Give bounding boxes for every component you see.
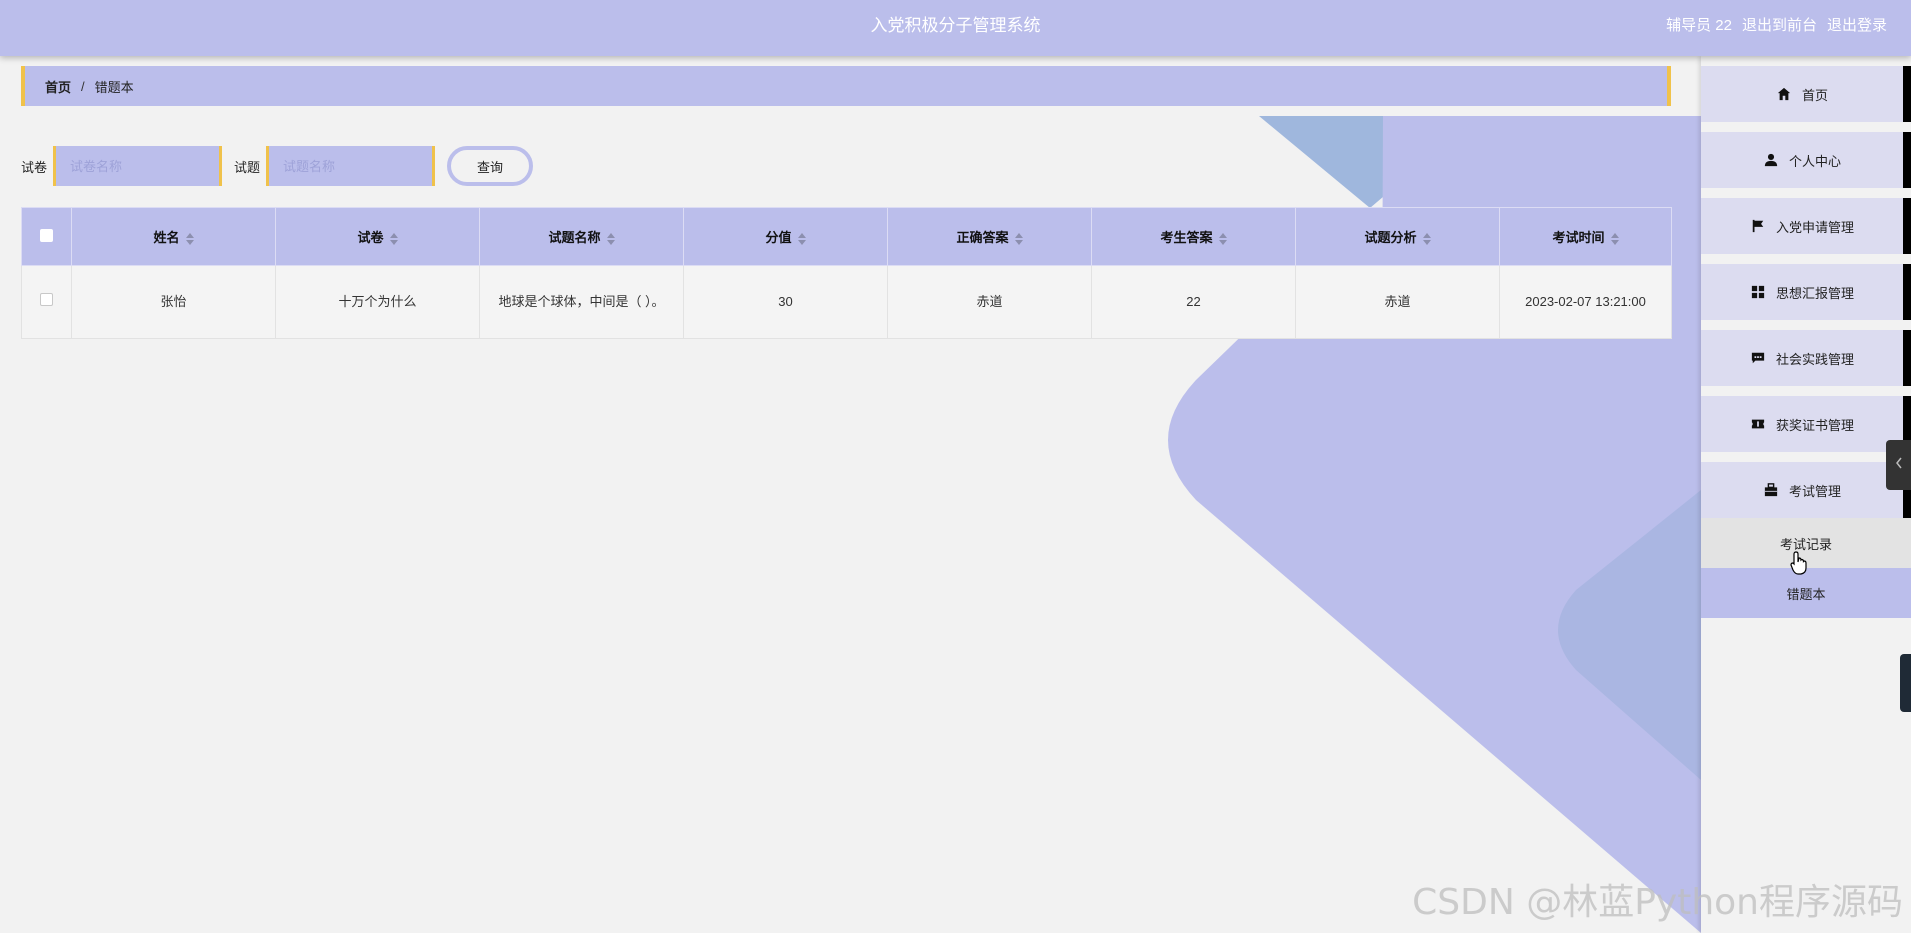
question-name-input[interactable]: [283, 158, 433, 174]
hand-cursor-icon: [1790, 551, 1808, 580]
chevron-left-icon: [1895, 456, 1903, 474]
breadcrumb: 首页 / 错题本: [21, 66, 1671, 106]
sidebar-item-label: 首页: [1801, 87, 1828, 103]
sidebar-item-label: 考试管理: [1788, 483, 1841, 499]
sort-icon: [606, 232, 615, 245]
table-header-row: 姓名 试卷 试题名称 分值 正确答案 考生答案 试题分析 考试时间: [21, 207, 1672, 266]
row-select-cell: [21, 265, 72, 339]
cell-exam-time: 2023-02-07 13:21:00: [1499, 265, 1672, 339]
flag-icon: [1750, 218, 1766, 234]
sidebar-item-party-application[interactable]: 入党申请管理: [1701, 198, 1911, 254]
column-header-question[interactable]: 试题名称: [479, 207, 684, 266]
question-label: 试题: [234, 159, 261, 175]
cell-paper: 十万个为什么: [275, 265, 480, 339]
breadcrumb-home[interactable]: 首页: [45, 77, 71, 96]
background-decoration: [1168, 116, 1701, 933]
search-form: 试卷 试题 查询: [21, 146, 534, 186]
column-header-correct-answer[interactable]: 正确答案: [887, 207, 1092, 266]
sidebar-menu: 首页 个人中心 入党申请管理 思想汇报管理 社会实践管理 获奖证书管理 考试管理…: [1701, 56, 1911, 933]
select-all-cell: [21, 207, 72, 266]
person-icon: [1763, 152, 1779, 168]
breadcrumb-current: 错题本: [94, 79, 134, 95]
sidebar-collapse-toggle[interactable]: [1886, 440, 1911, 490]
grid-icon: [1750, 284, 1766, 300]
sidebar-item-label: 个人中心: [1788, 153, 1841, 169]
select-all-checkbox[interactable]: [40, 228, 53, 242]
sidebar-item-exam-management[interactable]: 考试管理: [1701, 462, 1911, 518]
sidebar-item-home[interactable]: 首页: [1701, 66, 1911, 122]
breadcrumb-separator: /: [81, 78, 85, 94]
column-header-student-answer[interactable]: 考生答案: [1091, 207, 1296, 266]
paper-field: [53, 146, 223, 186]
sort-icon: [797, 232, 806, 245]
query-button[interactable]: 查询: [447, 146, 534, 186]
row-checkbox[interactable]: [40, 293, 53, 306]
sidebar-item-personal-center[interactable]: 个人中心: [1701, 132, 1911, 188]
app-title: 入党积极分子管理系统: [870, 16, 1041, 35]
sidebar-item-thought-report[interactable]: 思想汇报管理: [1701, 264, 1911, 320]
logout-link[interactable]: 退出登录: [1827, 0, 1887, 56]
column-header-analysis[interactable]: 试题分析: [1295, 207, 1500, 266]
sidebar-item-label: 入党申请管理: [1775, 219, 1854, 235]
user-area: 辅导员 22 退出到前台 退出登录: [1666, 0, 1887, 56]
cell-name: 张怡: [71, 265, 276, 339]
question-field: [266, 146, 436, 186]
cell-correct-answer: 赤道: [887, 265, 1092, 339]
sort-icon: [1610, 232, 1619, 245]
ticket-icon: [1750, 416, 1766, 432]
sidebar-item-award-certificate[interactable]: 获奖证书管理: [1701, 396, 1911, 452]
cell-analysis: 赤道: [1295, 265, 1500, 339]
table-row[interactable]: 张怡 十万个为什么 地球是个球体，中间是（ ）。 30 赤道 22 赤道 202…: [21, 265, 1672, 339]
watermark-text: CSDN @林蓝Python程序源码: [1412, 882, 1903, 923]
cell-score: 30: [683, 265, 888, 339]
column-header-exam-time[interactable]: 考试时间: [1499, 207, 1672, 266]
sort-icon: [185, 232, 194, 245]
sort-icon: [1422, 232, 1431, 245]
paper-name-input[interactable]: [70, 158, 220, 174]
user-label: 辅导员 22: [1666, 17, 1732, 34]
cell-student-answer: 22: [1091, 265, 1296, 339]
sort-icon: [1014, 232, 1023, 245]
sidebar-item-label: 获奖证书管理: [1775, 417, 1854, 433]
sidebar-item-label: 社会实践管理: [1775, 351, 1854, 367]
side-widget-handle[interactable]: [1900, 654, 1911, 712]
sidebar-item-social-practice[interactable]: 社会实践管理: [1701, 330, 1911, 386]
briefcase-icon: [1763, 482, 1779, 498]
sort-icon: [1218, 232, 1227, 245]
exit-to-front-link[interactable]: 退出到前台: [1742, 0, 1817, 56]
sidebar-item-label: 思想汇报管理: [1775, 285, 1854, 301]
column-header-name[interactable]: 姓名: [71, 207, 276, 266]
column-header-paper[interactable]: 试卷: [275, 207, 480, 266]
paper-label: 试卷: [21, 159, 48, 175]
top-header: 入党积极分子管理系统 辅导员 22 退出到前台 退出登录: [0, 0, 1911, 56]
column-header-score[interactable]: 分值: [683, 207, 888, 266]
cell-question: 地球是个球体，中间是（ ）。: [479, 265, 684, 339]
chat-icon: [1750, 350, 1766, 366]
wrong-questions-table: 姓名 试卷 试题名称 分值 正确答案 考生答案 试题分析 考试时间 张怡 十万个…: [21, 207, 1672, 339]
home-icon: [1776, 86, 1792, 102]
sort-icon: [389, 232, 398, 245]
